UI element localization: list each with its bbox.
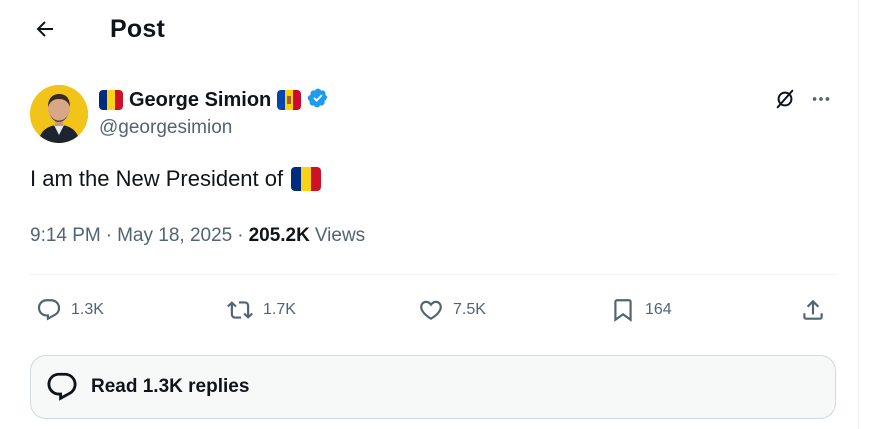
avatar[interactable] <box>30 85 88 143</box>
repost-icon <box>226 297 254 323</box>
share-button[interactable] <box>800 290 826 330</box>
tweet-text: I am the New President of <box>30 166 322 192</box>
header: Post <box>0 0 858 62</box>
post-column: Post George Simion @georgesimion I am th… <box>0 0 859 429</box>
views-label: Views <box>314 225 366 246</box>
heart-icon <box>418 297 444 323</box>
grok-button[interactable] <box>772 88 798 114</box>
romania-flag-icon <box>291 167 322 191</box>
reply-button[interactable]: 1.3K <box>36 290 104 330</box>
tweet-date[interactable]: May 18, 2025 <box>117 225 232 247</box>
meta-separator: · <box>105 225 113 246</box>
share-icon <box>800 297 826 323</box>
bookmark-count: 164 <box>645 301 672 318</box>
more-horizontal-icon <box>810 88 832 115</box>
reply-count: 1.3K <box>71 301 104 318</box>
grok-icon <box>774 88 796 115</box>
back-button[interactable] <box>28 14 62 48</box>
action-bar: 1.3K 1.7K 7.5K 164 <box>30 290 836 330</box>
tweet-meta: 9:14 PM · May 18, 2025 · 205.2K Views <box>30 225 365 247</box>
read-replies-button[interactable]: Read 1.3K replies <box>30 355 836 419</box>
arrow-left-icon <box>33 17 57 46</box>
tweet-text-content: I am the New President of <box>30 166 284 191</box>
repost-count: 1.7K <box>263 301 296 318</box>
repost-button[interactable]: 1.7K <box>226 290 296 330</box>
bookmark-button[interactable]: 164 <box>610 290 672 330</box>
author-handle[interactable]: @georgesimion <box>99 117 232 139</box>
verified-badge-icon[interactable] <box>307 87 329 114</box>
bookmark-icon <box>610 297 636 323</box>
moldova-flag-icon <box>277 90 302 110</box>
read-replies-label: Read 1.3K replies <box>91 376 250 397</box>
reply-icon <box>36 297 62 323</box>
author-name-row: George Simion <box>99 87 329 113</box>
like-count: 7.5K <box>453 301 486 318</box>
like-button[interactable]: 7.5K <box>418 290 486 330</box>
more-options-button[interactable] <box>806 88 836 114</box>
divider <box>30 274 836 275</box>
romania-flag-icon <box>99 90 123 110</box>
meta-separator: · <box>237 225 244 246</box>
replies-bubble-icon <box>45 370 79 404</box>
tweet-time[interactable]: 9:14 PM <box>30 225 101 247</box>
page-title: Post <box>110 15 165 43</box>
views-count[interactable]: 205.2K <box>249 225 310 247</box>
author-display-name[interactable]: George Simion <box>129 89 271 112</box>
